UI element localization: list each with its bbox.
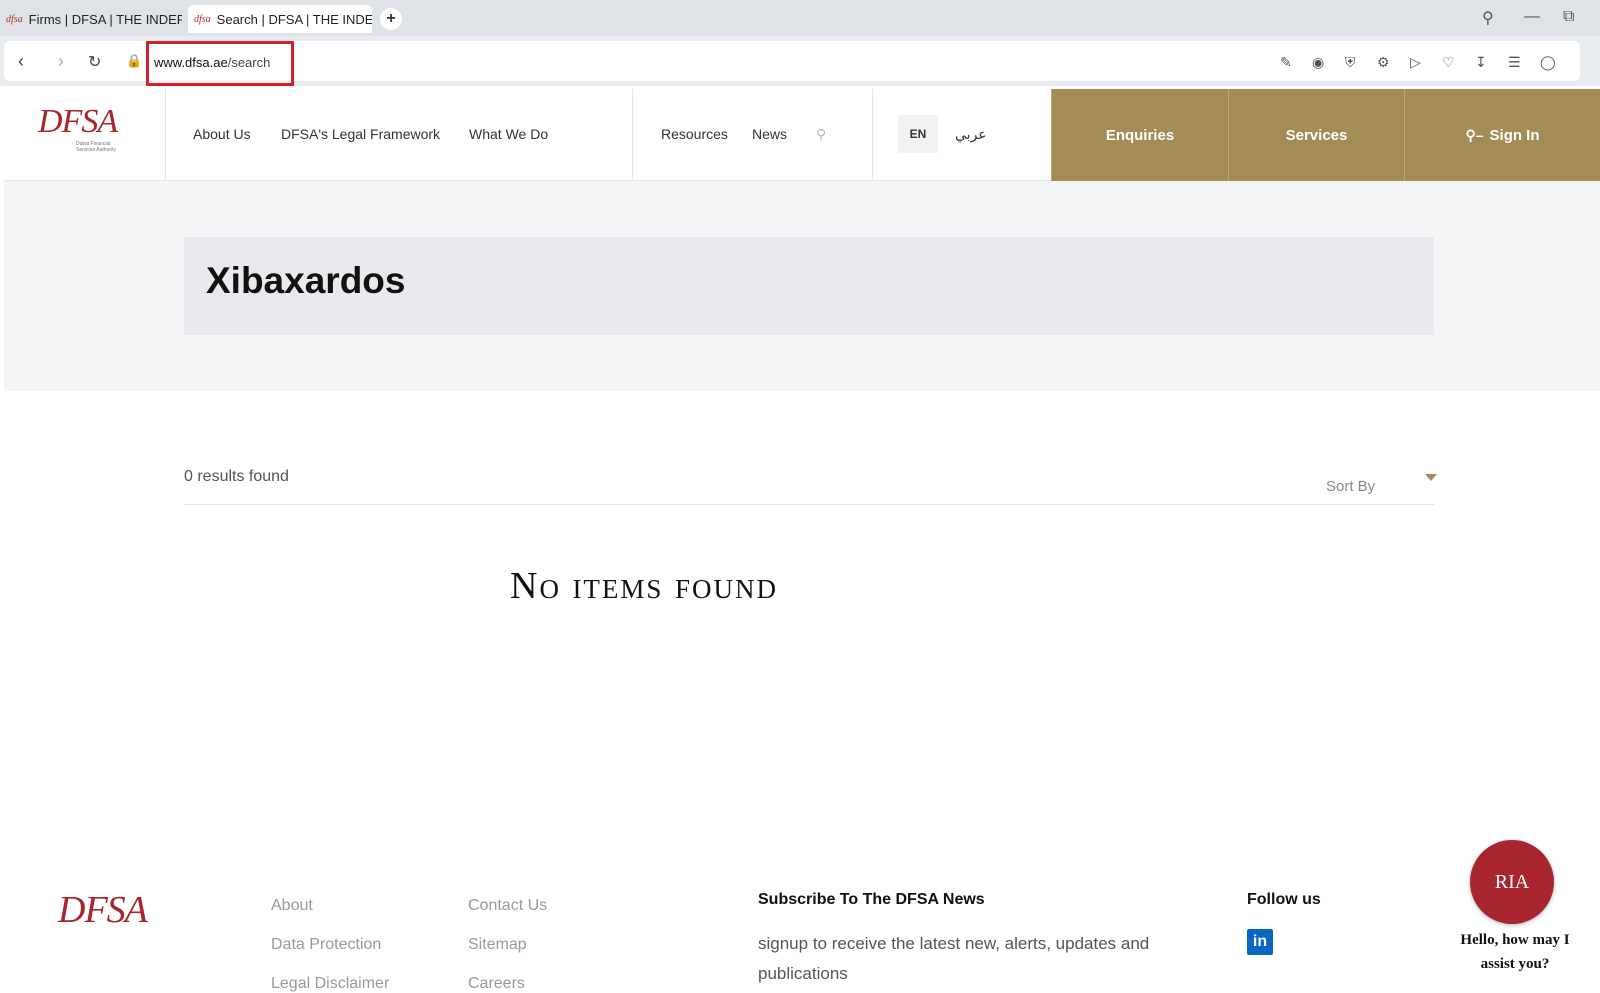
linkedin-icon[interactable]: in: [1247, 929, 1273, 955]
restore-icon[interactable]: ⧉: [1563, 8, 1574, 26]
nav-news[interactable]: News: [752, 126, 787, 142]
chevron-down-icon[interactable]: [1425, 474, 1437, 481]
key-icon: ⚲–: [1465, 126, 1484, 143]
follow-us-title: Follow us: [1247, 891, 1321, 908]
shield-icon[interactable]: ⛨: [1345, 54, 1356, 71]
tab-label: Search | DFSA | THE INDEP: [216, 11, 372, 27]
lang-en-button[interactable]: EN: [898, 115, 938, 153]
url-highlight-box: [146, 41, 294, 86]
minimize-icon[interactable]: —: [1524, 8, 1540, 26]
sort-by-dropdown[interactable]: Sort By: [1326, 478, 1375, 495]
play-icon[interactable]: ▷: [1410, 54, 1421, 71]
footer-logo[interactable]: DFSA: [58, 888, 148, 932]
download-icon[interactable]: ↧: [1475, 54, 1487, 71]
translate-icon[interactable]: ⚙: [1377, 54, 1390, 71]
menu-icon[interactable]: ☰: [1508, 54, 1521, 71]
tab-firms[interactable]: dfsa Firms | DFSA | THE INDEPE: [6, 5, 182, 33]
enquiries-button[interactable]: Enquiries: [1051, 89, 1228, 181]
search-icon[interactable]: ⚲: [816, 126, 826, 143]
reload-icon[interactable]: ↻: [88, 52, 101, 72]
camera-icon[interactable]: ◉: [1312, 54, 1324, 71]
nav-legal-framework[interactable]: DFSA's Legal Framework: [281, 126, 440, 142]
tab-label: Firms | DFSA | THE INDEPE: [28, 11, 182, 27]
lang-ar-button[interactable]: عربي: [955, 126, 987, 143]
header-divider: [872, 89, 873, 181]
footer-link-legal-disclaimer[interactable]: Legal Disclaimer: [271, 975, 389, 993]
sign-in-label: Sign In: [1489, 126, 1540, 144]
dfsa-favicon-icon: dfsa: [194, 13, 211, 25]
lock-icon: 🔒: [126, 53, 143, 68]
enquiries-label: Enquiries: [1105, 126, 1175, 144]
footer-link-careers[interactable]: Careers: [468, 975, 525, 993]
search-icon[interactable]: ⚲: [1482, 8, 1494, 28]
nav-what-we-do[interactable]: What We Do: [469, 126, 548, 142]
services-label: Services: [1285, 126, 1348, 144]
nav-about-us[interactable]: About Us: [193, 126, 251, 142]
edit-icon[interactable]: ✎: [1280, 54, 1292, 71]
subscribe-text: signup to receive the latest new, alerts…: [758, 934, 1150, 983]
results-count: 0 results found: [184, 468, 289, 485]
tab-search[interactable]: dfsa Search | DFSA | THE INDEP: [188, 5, 372, 33]
header-divider: [165, 89, 166, 181]
dfsa-favicon-icon: dfsa: [6, 13, 23, 25]
footer-link-about[interactable]: About: [271, 897, 313, 915]
profile-icon[interactable]: ◯: [1540, 54, 1556, 71]
site-header: DFSA Dubai Financial Services Authority …: [4, 89, 1600, 181]
divider: [184, 504, 1434, 505]
back-icon[interactable]: ‹: [18, 51, 24, 72]
new-tab-button[interactable]: +: [380, 8, 402, 30]
footer-link-sitemap[interactable]: Sitemap: [468, 936, 527, 954]
logo-subtitle: Dubai Financial Services Authority: [76, 141, 117, 153]
dfsa-logo[interactable]: DFSA Dubai Financial Services Authority: [38, 103, 126, 153]
chatbot-message: Hello, how may I assist you?: [1460, 932, 1570, 972]
footer-link-data-protection[interactable]: Data Protection: [271, 936, 381, 954]
nav-resources[interactable]: Resources: [661, 126, 728, 142]
logo-text: DFSA: [38, 103, 118, 140]
footer-link-contact-us[interactable]: Contact Us: [468, 897, 547, 915]
services-button[interactable]: Services: [1228, 89, 1404, 181]
browser-tab-bar: dfsa Firms | DFSA | THE INDEPE dfsa Sear…: [0, 0, 1600, 36]
subscribe-title: Subscribe To The DFSA News: [758, 891, 985, 908]
sign-in-button[interactable]: ⚲– Sign In: [1404, 89, 1600, 181]
page-title: Xibaxardos: [206, 260, 406, 301]
forward-icon[interactable]: ›: [58, 51, 64, 72]
header-divider: [632, 89, 633, 181]
heart-icon[interactable]: ♡: [1442, 54, 1455, 71]
no-items-message: No items found: [510, 565, 778, 607]
chatbot-button[interactable]: RIA: [1470, 840, 1554, 924]
